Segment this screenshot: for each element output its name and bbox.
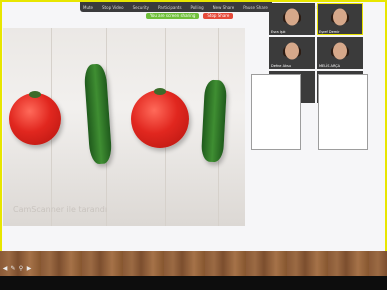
stop-share-button[interactable]: Stop Share <box>203 12 234 19</box>
pen-icon[interactable]: ✎ <box>10 266 16 272</box>
wood-floor <box>0 251 387 276</box>
screen-sharing-indicator[interactable]: You are screen sharing <box>146 12 200 19</box>
camscanner-watermark: CamScanner ile tarandı <box>13 205 108 214</box>
zoom-icon[interactable]: ⚲ <box>18 266 24 272</box>
share-status-bar: You are screen sharing Stop Share <box>146 12 234 19</box>
toolbar-new-share[interactable]: New Share <box>213 5 235 10</box>
tomato-image <box>9 91 61 145</box>
prev-icon[interactable]: ◀ <box>2 266 8 272</box>
blank-panel-right <box>318 74 368 150</box>
participant-tile[interactable]: Defne Aksu <box>269 37 315 69</box>
toolbar-stop-video[interactable]: Stop Video <box>102 5 124 10</box>
toolbar-pause-share[interactable]: Pause Share <box>243 5 268 10</box>
participant-name: Esra Işık <box>271 30 286 34</box>
toolbar-mute[interactable]: Mute <box>83 5 93 10</box>
participant-tile[interactable]: Esra Işık <box>269 3 315 35</box>
meeting-toolbar: Mute Stop Video Security Participants Po… <box>80 2 320 12</box>
toolbar-polling[interactable]: Polling <box>191 5 204 10</box>
participant-face <box>285 42 299 60</box>
bottom-bar <box>0 276 387 290</box>
participant-name: Eşref Demir <box>319 30 340 34</box>
participant-face <box>333 8 347 26</box>
presentation-controls: ◀ ✎ ⚲ ▶ <box>2 266 32 272</box>
tomato-stem <box>154 88 166 95</box>
toolbar-participants[interactable]: Participants <box>158 5 182 10</box>
shared-screen-image: CamScanner ile tarandı <box>3 28 245 226</box>
participant-tile[interactable]: MELİS ARÇA <box>317 37 363 69</box>
cucumber-image <box>200 79 228 163</box>
next-icon[interactable]: ▶ <box>26 266 32 272</box>
tomato-image <box>131 88 189 148</box>
participant-name: Defne Aksu <box>271 64 292 68</box>
toolbar-security[interactable]: Security <box>133 5 149 10</box>
participant-face <box>285 8 299 26</box>
tomato-stem <box>29 91 41 98</box>
participant-face <box>333 42 347 60</box>
participant-tile[interactable]: Eşref Demir <box>317 3 363 35</box>
blank-panel-left <box>251 74 301 150</box>
participant-name: MELİS ARÇA <box>319 64 341 68</box>
